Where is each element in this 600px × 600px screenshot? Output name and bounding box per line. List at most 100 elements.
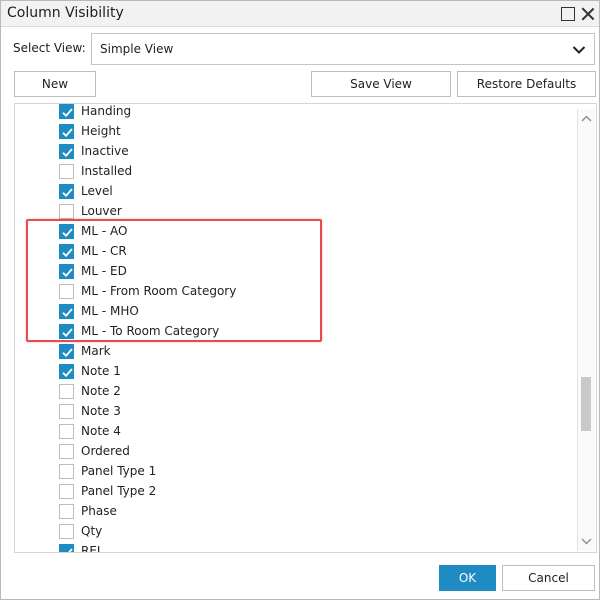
checkmark-icon [62, 368, 73, 378]
column-label: ML - AO [81, 224, 128, 238]
checkmark-icon [62, 328, 73, 338]
view-select[interactable]: Simple View [91, 33, 595, 65]
column-checkbox[interactable] [59, 524, 74, 539]
column-label: Installed [81, 164, 133, 178]
column-item[interactable]: ML - MHO [15, 302, 575, 322]
ok-button[interactable]: OK [439, 565, 496, 591]
restore-defaults-button[interactable]: Restore Defaults [457, 71, 596, 97]
column-item[interactable]: Installed [15, 162, 575, 182]
maximize-icon[interactable] [561, 7, 575, 21]
column-item[interactable]: ML - From Room Category [15, 282, 575, 302]
select-view-label: Select View: [13, 41, 86, 55]
checkmark-icon [62, 128, 73, 138]
chevron-down-icon [572, 46, 586, 54]
column-label: Mark [81, 344, 111, 358]
column-checkbox[interactable] [59, 464, 74, 479]
column-label: Note 1 [81, 364, 121, 378]
column-label: Panel Type 2 [81, 484, 157, 498]
checkmark-icon [62, 308, 73, 318]
column-item[interactable]: Qty [15, 522, 575, 542]
column-label: Louver [81, 204, 122, 218]
cancel-button[interactable]: Cancel [502, 565, 595, 591]
column-label: Note 2 [81, 384, 121, 398]
column-checkbox[interactable] [59, 284, 74, 299]
column-label: Note 4 [81, 424, 121, 438]
column-item[interactable]: REL [15, 542, 575, 553]
column-item[interactable]: Panel Type 1 [15, 462, 575, 482]
column-label: Panel Type 1 [81, 464, 157, 478]
close-icon[interactable] [581, 7, 595, 21]
column-checkbox[interactable] [59, 324, 74, 339]
column-checkbox[interactable] [59, 204, 74, 219]
column-item[interactable]: ML - CR [15, 242, 575, 262]
column-item[interactable]: Phase [15, 502, 575, 522]
column-list[interactable]: Handing Height Inactive Installed Level Louve… [14, 103, 597, 553]
column-checkbox[interactable] [59, 304, 74, 319]
column-label: Qty [81, 524, 103, 538]
column-checkbox[interactable] [59, 424, 74, 439]
column-checkbox[interactable] [59, 504, 74, 519]
checkmark-icon [62, 108, 73, 118]
column-label: ML - ED [81, 264, 127, 278]
column-checkbox[interactable] [59, 184, 74, 199]
scrollbar[interactable] [577, 109, 595, 551]
column-item[interactable]: Note 2 [15, 382, 575, 402]
column-label: Handing [81, 104, 132, 118]
column-label: ML - CR [81, 244, 127, 258]
column-checkbox[interactable] [59, 404, 74, 419]
column-label: Ordered [81, 444, 130, 458]
column-item[interactable]: Ordered [15, 442, 575, 462]
column-checkbox[interactable] [59, 264, 74, 279]
column-label: Inactive [81, 144, 129, 158]
column-label: Phase [81, 504, 117, 518]
checkmark-icon [62, 248, 73, 258]
column-item[interactable]: Panel Type 2 [15, 482, 575, 502]
column-checkbox[interactable] [59, 484, 74, 499]
column-item[interactable]: Note 3 [15, 402, 575, 422]
column-list-items: Handing Height Inactive Installed Level Louve… [15, 104, 575, 553]
column-checkbox[interactable] [59, 144, 74, 159]
column-item[interactable]: Mark [15, 342, 575, 362]
column-item[interactable]: ML - ED [15, 262, 575, 282]
column-item[interactable]: Height [15, 122, 575, 142]
column-label: REL [81, 544, 104, 553]
checkmark-icon [62, 228, 73, 238]
column-item[interactable]: Note 4 [15, 422, 575, 442]
column-item[interactable]: Handing [15, 104, 575, 122]
view-select-value: Simple View [100, 42, 174, 56]
column-item[interactable]: ML - AO [15, 222, 575, 242]
column-visibility-dialog: Column Visibility Select View: Simple Vi… [0, 0, 600, 600]
column-label: ML - From Room Category [81, 284, 237, 298]
checkmark-icon [62, 188, 73, 198]
dialog-title: Column Visibility [7, 5, 124, 21]
checkmark-icon [62, 348, 73, 358]
column-item[interactable]: ML - To Room Category [15, 322, 575, 342]
checkmark-icon [68, 548, 73, 552]
column-item[interactable]: Level [15, 182, 575, 202]
scroll-down-icon[interactable] [579, 533, 594, 549]
column-label: Level [81, 184, 113, 198]
title-bar: Column Visibility [1, 1, 599, 27]
save-view-button[interactable]: Save View [311, 71, 451, 97]
column-checkbox[interactable] [59, 104, 74, 119]
column-item[interactable]: Louver [15, 202, 575, 222]
column-label: ML - To Room Category [81, 324, 220, 338]
checkmark-icon [62, 148, 73, 158]
scroll-thumb[interactable] [581, 377, 591, 431]
new-button[interactable]: New [14, 71, 96, 97]
column-label: ML - MHO [81, 304, 139, 318]
column-checkbox[interactable] [59, 384, 74, 399]
column-item[interactable]: Note 1 [15, 362, 575, 382]
column-item[interactable]: Inactive [15, 142, 575, 162]
column-checkbox[interactable] [59, 164, 74, 179]
column-checkbox[interactable] [59, 364, 74, 379]
column-checkbox[interactable] [59, 124, 74, 139]
column-checkbox[interactable] [59, 224, 74, 239]
scroll-up-icon[interactable] [579, 111, 594, 127]
column-checkbox[interactable] [59, 344, 74, 359]
column-checkbox[interactable] [59, 544, 74, 552]
column-label: Height [81, 124, 121, 138]
column-checkbox[interactable] [59, 444, 74, 459]
checkmark-icon [62, 268, 73, 278]
column-checkbox[interactable] [59, 244, 74, 259]
